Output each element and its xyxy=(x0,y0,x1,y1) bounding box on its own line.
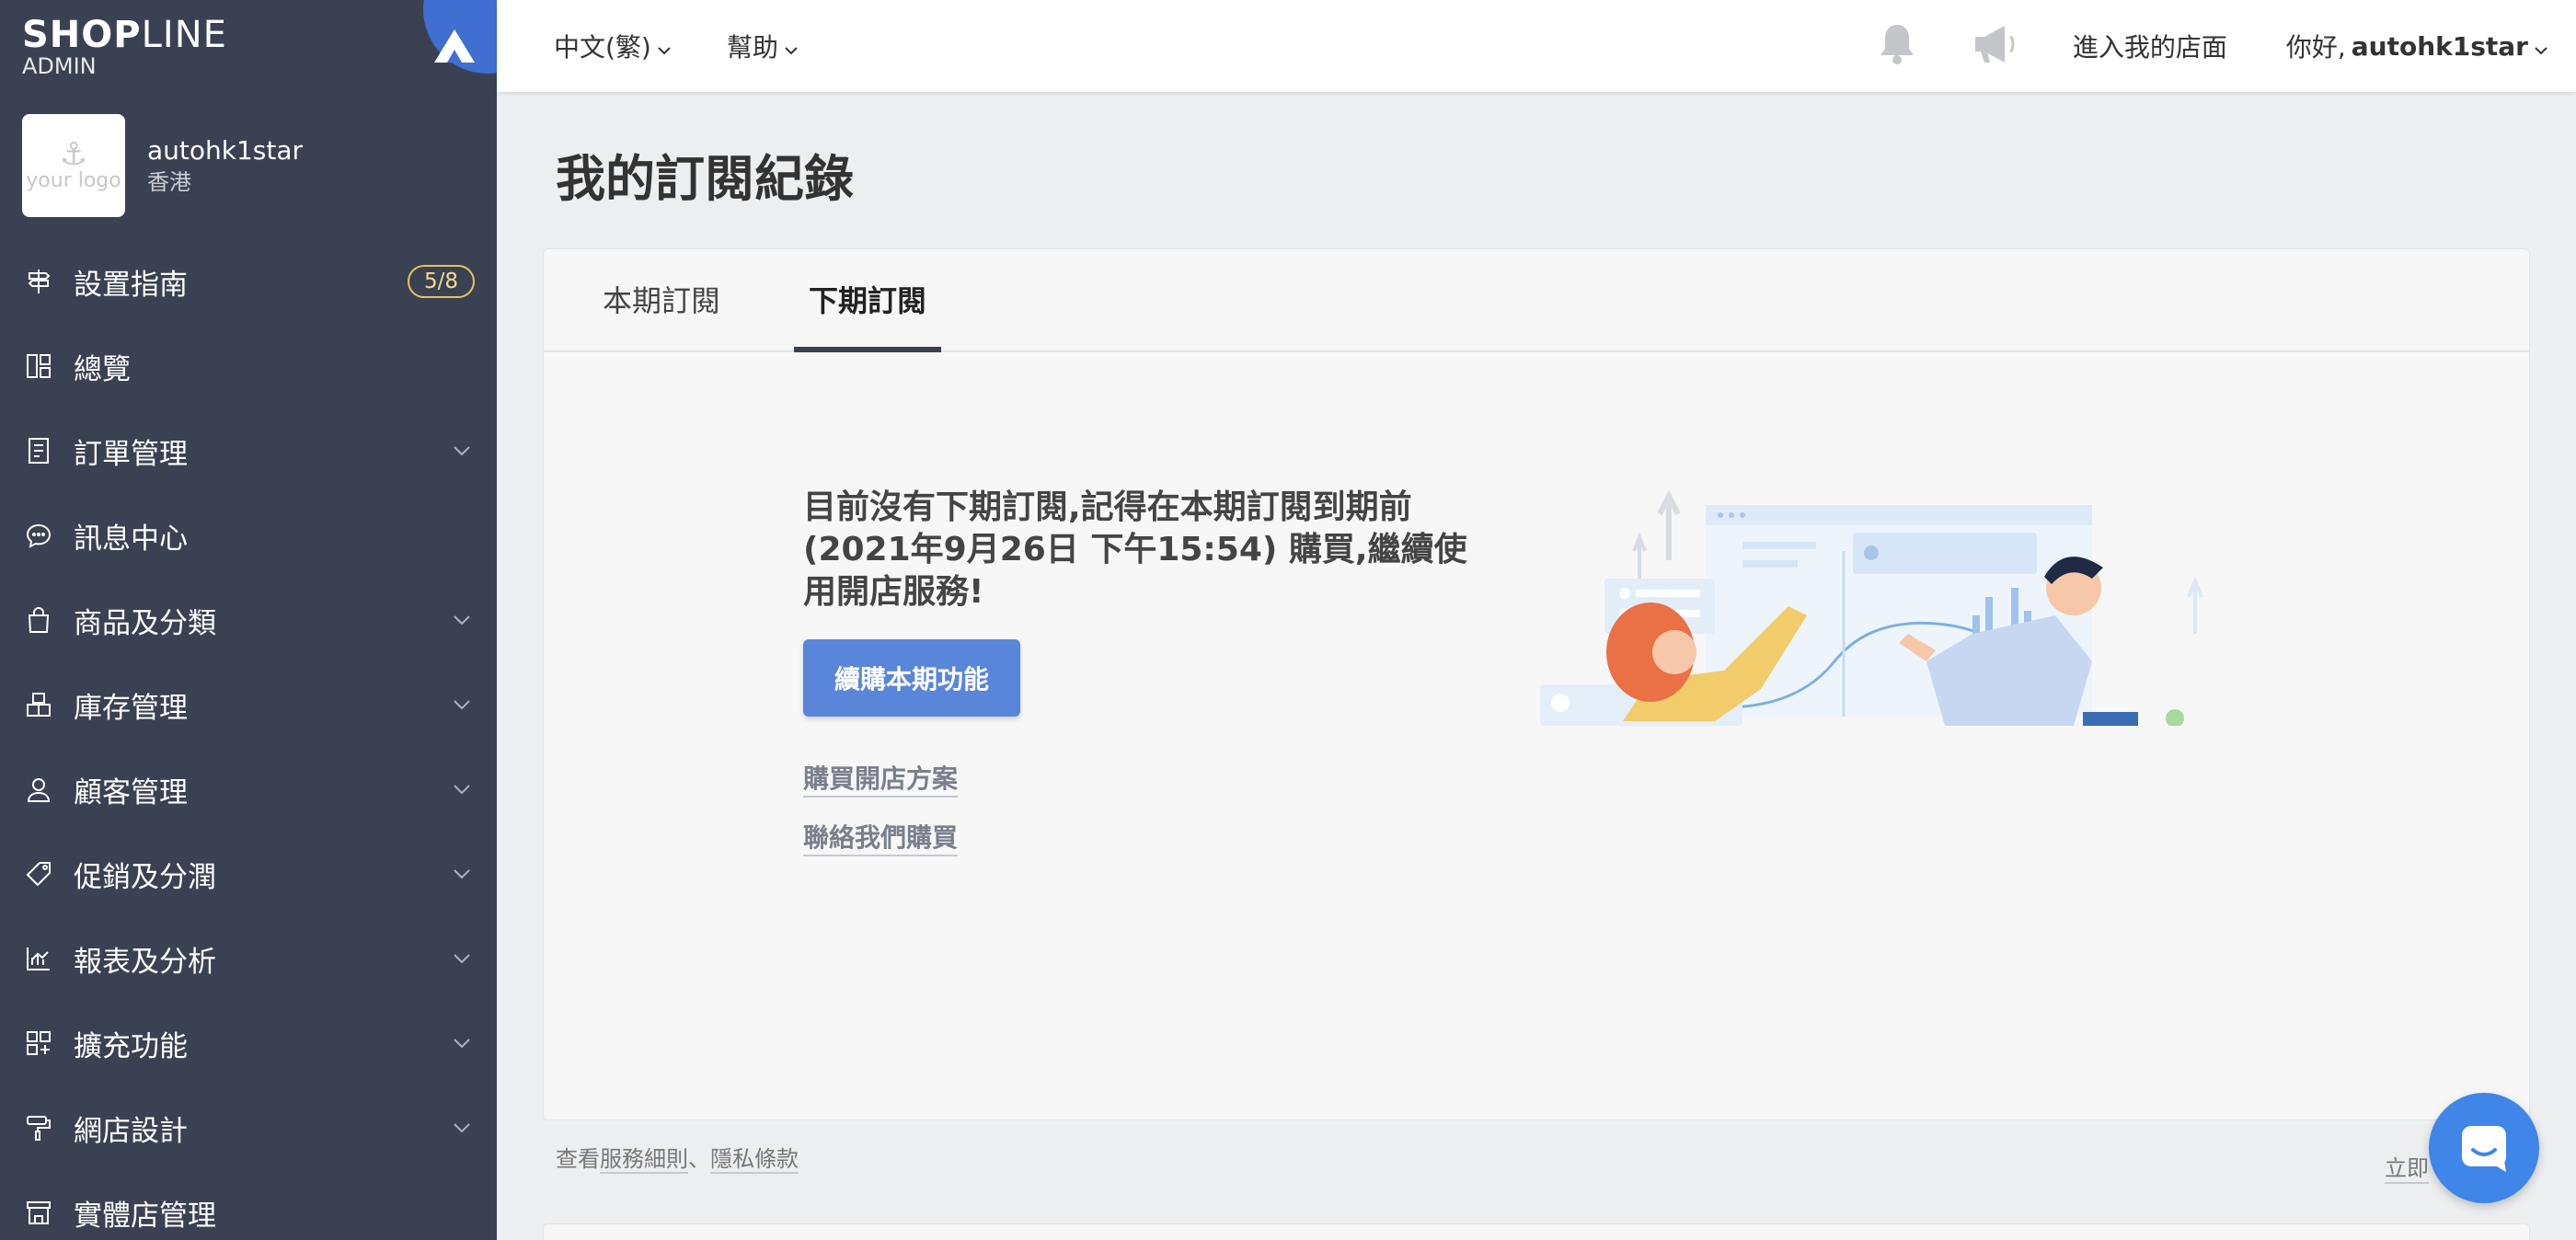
sidebar-item-orders[interactable]: 訂單管理 xyxy=(0,408,497,493)
sidebar-item-products[interactable]: 商品及分類 xyxy=(0,578,497,662)
apps-plus-icon xyxy=(24,1028,53,1058)
store-logo-text: your logo xyxy=(26,169,121,192)
sidebar-item-label: 總覽 xyxy=(74,352,131,386)
dashboard-icon xyxy=(24,351,53,381)
tag-icon xyxy=(24,859,53,889)
sidebar-item-label: 網店設計 xyxy=(74,1114,188,1148)
username: autohk1star xyxy=(2351,30,2528,62)
page-title: 我的訂閱紀錄 xyxy=(556,150,854,208)
chevron-down-icon xyxy=(449,946,475,971)
sidebar-item-label: 庫存管理 xyxy=(74,691,188,725)
chevron-down-icon xyxy=(449,607,475,633)
sidebar-menu: 設置指南 5/8 總覽 訂單管理 訊息中心 商品及分類 庫存管理 顧客管理 促銷… xyxy=(0,239,497,1240)
language-dropdown[interactable]: 中文(繁) xyxy=(554,28,672,64)
chevron-down-icon xyxy=(784,31,799,62)
chevron-down-icon xyxy=(449,438,475,464)
store-logo: ⚓ your logo xyxy=(22,114,125,217)
anchor-icon: ⚓ xyxy=(59,136,88,173)
sidebar-item-label: 促銷及分潤 xyxy=(74,860,216,894)
paint-roller-icon xyxy=(24,1113,53,1142)
chat-bubble-icon xyxy=(24,521,53,550)
sidebar-item-label: 顧客管理 xyxy=(74,775,188,809)
buy-plan-link[interactable]: 購買開店方案 xyxy=(803,759,959,798)
sidebar-item-label: 擴充功能 xyxy=(74,1029,188,1063)
empty-state-message: 目前沒有下期訂閱,記得在本期訂閱到期前 (2021年9月26日 下午15:54)… xyxy=(803,488,1467,611)
store-region: 香港 xyxy=(147,169,191,195)
privacy-link[interactable]: 隱私條款 xyxy=(710,1146,799,1174)
sidebar-item-label: 訂單管理 xyxy=(74,437,188,471)
brand-logo[interactable]: SHOPLINE ADMIN xyxy=(22,17,227,77)
footer-prefix: 查看 xyxy=(556,1146,600,1172)
terms-link[interactable]: 服務細則 xyxy=(600,1146,688,1174)
sidebar-item-inventory[interactable]: 庫存管理 xyxy=(0,662,497,747)
enter-store-link[interactable]: 進入我的店面 xyxy=(2073,28,2227,64)
brand-name-thin: LINE xyxy=(141,14,227,56)
sidebar-item-extensions[interactable]: 擴充功能 xyxy=(0,1001,497,1085)
sidebar-item-label: 商品及分類 xyxy=(74,606,216,640)
sidebar-item-label: 設置指南 xyxy=(74,268,188,302)
store-switcher[interactable]: ⚓ your logo autohk1star 香港 xyxy=(22,114,303,217)
sidebar-item-customers[interactable]: 顧客管理 xyxy=(0,747,497,832)
subscription-tabs: 本期訂閱 下期訂閱 xyxy=(544,249,2529,352)
empty-state-illustration xyxy=(1540,477,2239,728)
user-menu[interactable]: 你好, autohk1star xyxy=(2286,28,2548,64)
sidebar-item-setup-guide[interactable]: 設置指南 5/8 xyxy=(0,239,497,324)
chevron-down-icon xyxy=(449,692,475,718)
bell-icon[interactable] xyxy=(1876,21,1918,71)
shopline-mark-icon xyxy=(434,29,475,63)
sidebar-item-retail-store[interactable]: 實體店管理 xyxy=(0,1170,497,1240)
sidebar-item-messages[interactable]: 訊息中心 xyxy=(0,493,497,578)
help-dropdown[interactable]: 幫助 xyxy=(727,28,799,64)
megaphone-icon[interactable] xyxy=(1972,22,2019,70)
greeting-text: 你好, xyxy=(2285,32,2346,63)
sidebar-item-reports[interactable]: 報表及分析 xyxy=(0,916,497,1001)
chevron-down-icon xyxy=(449,1115,475,1141)
chat-icon xyxy=(2462,1126,2506,1172)
chevron-down-icon xyxy=(449,776,475,802)
sidebar-item-design[interactable]: 網店設計 xyxy=(0,1085,497,1170)
chevron-down-icon xyxy=(657,31,672,62)
chevron-down-icon xyxy=(449,1030,475,1056)
footer-links: 查看服務細則、隱私條款 xyxy=(556,1141,799,1174)
tab-current-subscription[interactable]: 本期訂閱 xyxy=(603,247,720,350)
brand-sub: ADMIN xyxy=(22,53,97,79)
brand-name-bold: SHOP xyxy=(22,14,142,56)
empty-state: 目前沒有下期訂閱,記得在本期訂閱到期前 (2021年9月26日 下午15:54)… xyxy=(803,487,1484,856)
top-bar: 中文(繁) 幫助 進入我的店面 你好, autohk1star xyxy=(497,0,2576,92)
chevron-down-icon xyxy=(2534,31,2548,62)
sidebar-item-label: 訊息中心 xyxy=(74,522,188,556)
footer-right-link[interactable]: 立即 xyxy=(2385,1150,2429,1184)
help-label: 幫助 xyxy=(726,32,778,63)
chart-icon xyxy=(24,944,53,973)
order-icon xyxy=(24,436,53,465)
bottom-card xyxy=(543,1223,2530,1240)
store-name: autohk1star xyxy=(147,135,304,166)
brand-corner-badge[interactable] xyxy=(423,0,497,74)
subscription-card: 本期訂閱 下期訂閱 目前沒有下期訂閱,記得在本期訂閱到期前 (2021年9月26… xyxy=(543,248,2530,1120)
language-label: 中文(繁) xyxy=(554,32,651,63)
setup-progress-badge: 5/8 xyxy=(407,265,475,298)
shopping-bag-icon xyxy=(24,605,53,635)
tab-next-subscription[interactable]: 下期訂閱 xyxy=(794,247,942,352)
sidebar-item-overview[interactable]: 總覽 xyxy=(0,324,497,408)
chat-launcher-button[interactable] xyxy=(2429,1093,2539,1203)
renew-current-features-button[interactable]: 續購本期功能 xyxy=(803,639,1021,717)
sidebar-item-label: 報表及分析 xyxy=(74,945,216,979)
footer-separator: 、 xyxy=(688,1146,710,1172)
chevron-down-icon xyxy=(449,861,475,887)
sidebar: SHOPLINE ADMIN ⚓ your logo autohk1star 香… xyxy=(0,0,497,1240)
signpost-icon xyxy=(24,267,53,296)
sidebar-item-promotions[interactable]: 促銷及分潤 xyxy=(0,832,497,916)
inventory-icon xyxy=(24,690,53,719)
sidebar-item-label: 實體店管理 xyxy=(74,1199,216,1233)
user-icon xyxy=(24,775,53,804)
store-icon xyxy=(24,1198,53,1227)
contact-us-link[interactable]: 聯絡我們購買 xyxy=(803,818,959,856)
